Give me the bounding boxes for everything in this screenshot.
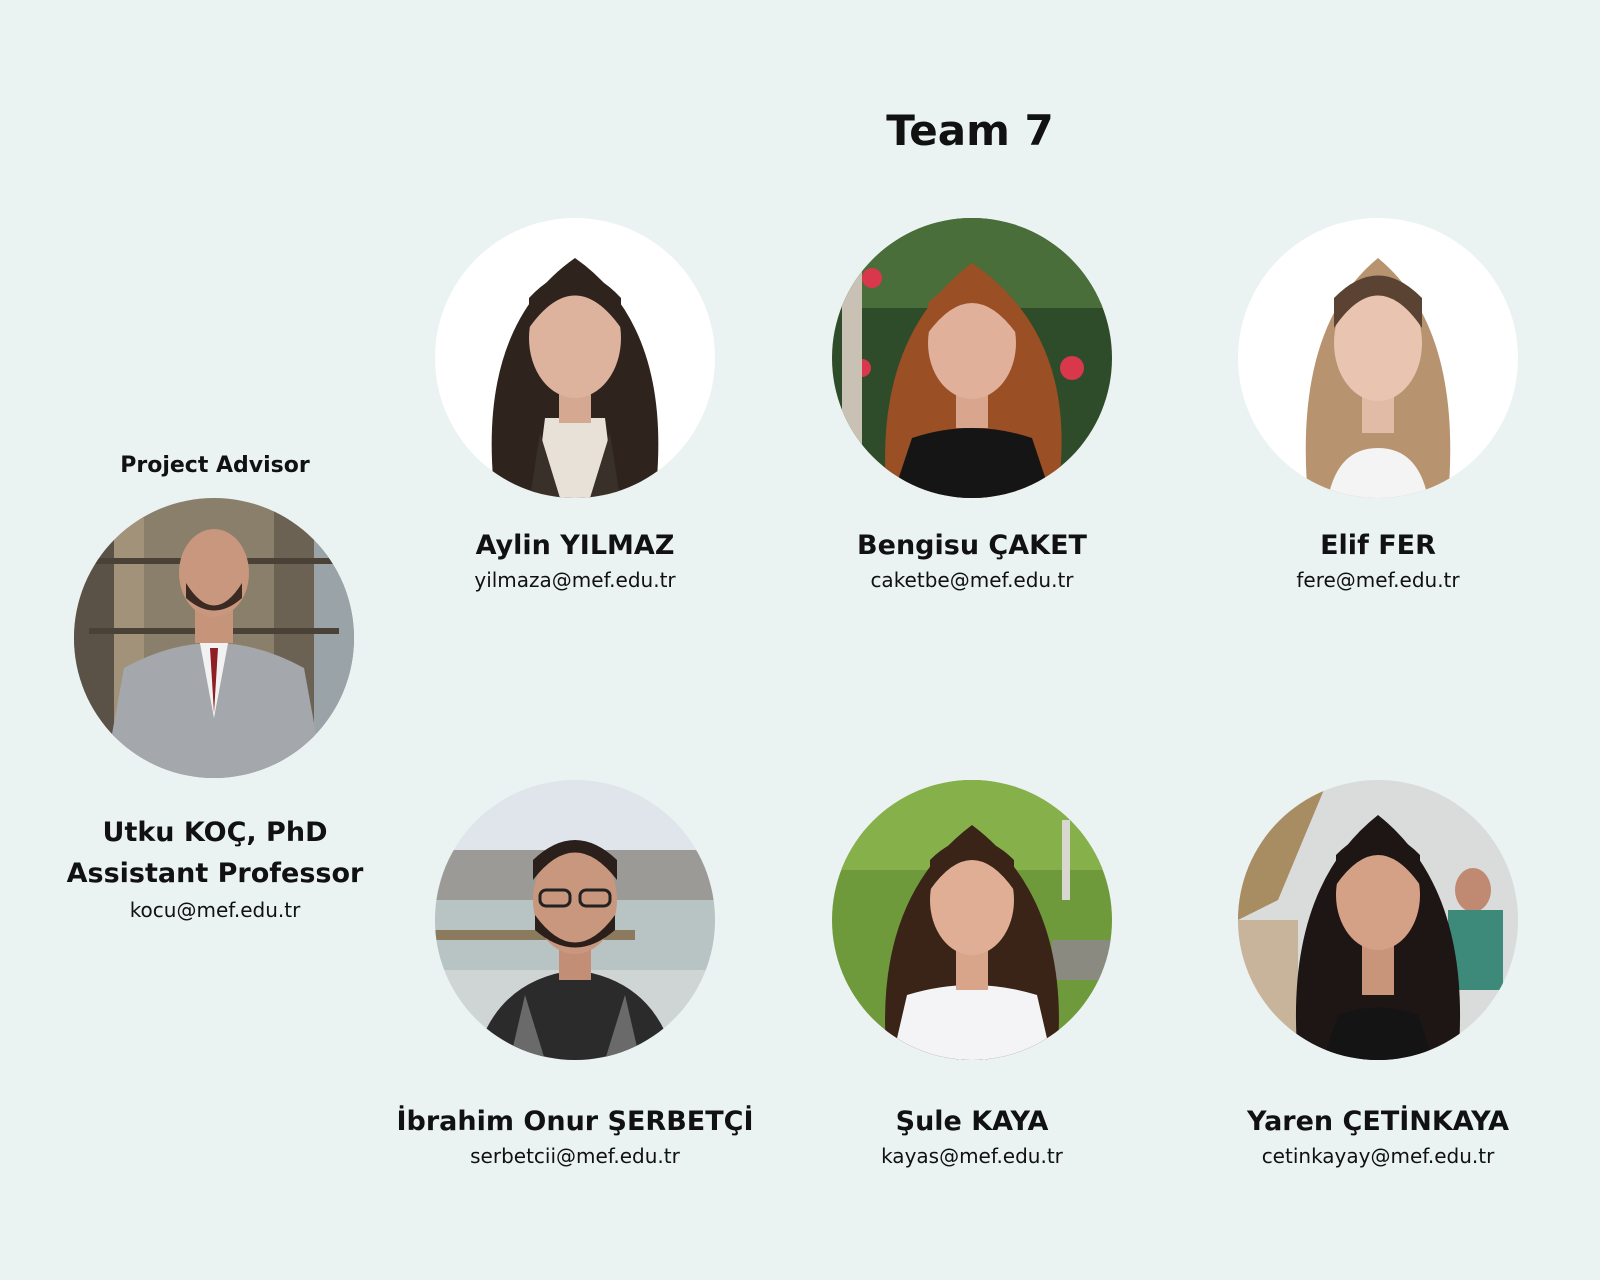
member-email: yilmaza@mef.edu.tr bbox=[474, 568, 676, 592]
member-name: Aylin YILMAZ bbox=[475, 530, 675, 561]
advisor-caption: Project Advisor bbox=[120, 453, 310, 478]
page-title: Team 7 bbox=[886, 106, 1054, 155]
member-card-elif: Elif FER fere@mef.edu.tr bbox=[1178, 528, 1578, 594]
member-card-aylin: Aylin YILMAZ yilmaza@mef.edu.tr bbox=[375, 528, 775, 594]
member-photo-sule bbox=[832, 780, 1112, 1060]
member-card-ibrahim: İbrahim Onur ŞERBETÇİ serbetcii@mef.edu.… bbox=[375, 1104, 775, 1170]
member-card-sule: Şule KAYA kayas@mef.edu.tr bbox=[772, 1104, 1172, 1170]
member-email: caketbe@mef.edu.tr bbox=[870, 568, 1074, 592]
advisor-photo bbox=[74, 498, 354, 778]
member-name: İbrahim Onur ŞERBETÇİ bbox=[396, 1106, 754, 1137]
member-photo-bengisu bbox=[832, 218, 1112, 498]
member-email: serbetcii@mef.edu.tr bbox=[470, 1144, 680, 1168]
member-email: kayas@mef.edu.tr bbox=[881, 1144, 1063, 1168]
member-photo-aylin bbox=[435, 218, 715, 498]
member-name: Yaren ÇETİNKAYA bbox=[1247, 1106, 1509, 1137]
member-name: Bengisu ÇAKET bbox=[857, 530, 1087, 561]
member-photo-elif bbox=[1238, 218, 1518, 498]
advisor-email: kocu@mef.edu.tr bbox=[129, 898, 301, 922]
advisor-role: Assistant Professor bbox=[66, 858, 364, 889]
member-email: fere@mef.edu.tr bbox=[1296, 568, 1460, 592]
member-photo-yaren bbox=[1238, 780, 1518, 1060]
member-name: Elif FER bbox=[1320, 530, 1436, 561]
member-email: cetinkayay@mef.edu.tr bbox=[1261, 1144, 1495, 1168]
member-card-yaren: Yaren ÇETİNKAYA cetinkayay@mef.edu.tr bbox=[1178, 1104, 1578, 1170]
advisor-info: Utku KOÇ, PhD Assistant Professor kocu@m… bbox=[40, 812, 390, 924]
advisor-name: Utku KOÇ, PhD bbox=[102, 817, 328, 848]
member-card-bengisu: Bengisu ÇAKET caketbe@mef.edu.tr bbox=[772, 528, 1172, 594]
member-name: Şule KAYA bbox=[895, 1106, 1049, 1137]
member-photo-ibrahim bbox=[435, 780, 715, 1060]
